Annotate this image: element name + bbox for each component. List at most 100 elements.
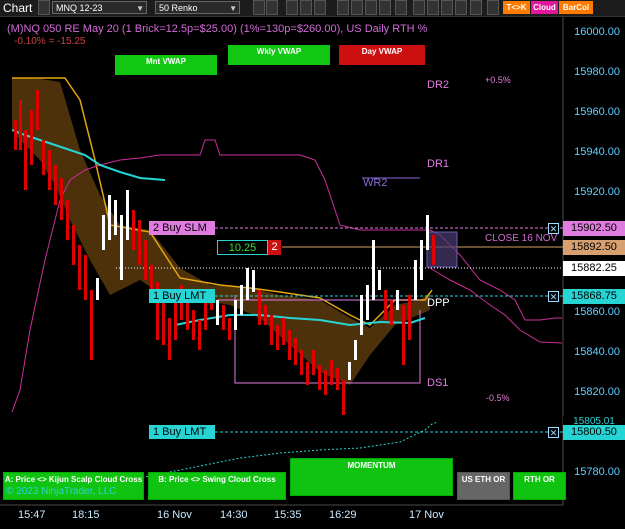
renko-brick [390, 300, 393, 325]
renko-brick [72, 225, 75, 265]
y-axis-label: 15960.00 [574, 106, 620, 118]
renko-brick [366, 285, 369, 320]
y-axis-label: 15940.00 [574, 146, 620, 158]
renko-brick [14, 120, 17, 150]
renko-brick [276, 325, 279, 350]
renko-brick [360, 295, 363, 335]
chart-window: Chart MNQ 12-23 ▼ 50 Renko ▼ T<>K Cloud … [0, 0, 625, 529]
renko-brick [432, 235, 435, 265]
x-axis-label: 18:15 [72, 509, 100, 521]
position-pnl[interactable]: 10.25 [217, 240, 268, 255]
y-axis-label: 15820.00 [574, 386, 620, 398]
renko-brick [414, 260, 417, 300]
order-buy-slm[interactable]: 2 Buy SLM [149, 221, 215, 235]
y-axis-label: 15860.00 [574, 306, 620, 318]
ds1-label: DS1 [427, 377, 449, 389]
position-zone [426, 231, 458, 268]
renko-brick [36, 90, 39, 130]
x-axis-label: 17 Nov [409, 509, 444, 521]
order-price-tag: 15902.50 [563, 221, 625, 236]
position-quantity[interactable]: 2 [268, 240, 281, 255]
renko-brick [30, 110, 33, 165]
renko-brick [174, 300, 177, 340]
order-price-tag: 15868.75 [563, 289, 625, 304]
renko-brick [384, 290, 387, 320]
copyright-text: © 2023 NinjaTrader, LLC [6, 486, 117, 497]
renko-brick [396, 290, 399, 310]
renko-brick [216, 300, 219, 325]
order-price-tag: 15800.50 [563, 425, 625, 440]
pivot-line-right [429, 267, 563, 344]
close-16-nov-label: CLOSE 16 NOV [485, 233, 558, 244]
renko-brick [408, 295, 411, 340]
avg-price-tag: 15892.50 [563, 240, 625, 255]
renko-brick [114, 200, 117, 235]
renko-brick [240, 285, 243, 315]
y-axis-label: 15920.00 [574, 186, 620, 198]
renko-brick [192, 310, 195, 340]
renko-brick [120, 215, 123, 280]
daily-pivot-line [11, 139, 562, 413]
renko-brick [342, 380, 345, 415]
renko-brick [222, 305, 225, 330]
momentum-button[interactable]: MOMENTUM [290, 458, 453, 496]
renko-brick [312, 350, 315, 375]
price-chart[interactable] [0, 0, 625, 529]
daily-vwap-button[interactable]: Day VWAP [339, 45, 425, 65]
x-axis-label: 15:35 [274, 509, 302, 521]
renko-brick [132, 210, 135, 250]
dr1-label: DR1 [427, 158, 450, 170]
renko-brick [228, 318, 231, 340]
y-axis-label: 15840.00 [574, 346, 620, 358]
renko-brick [138, 220, 141, 265]
renko-brick [354, 340, 357, 360]
order-buy-lmt-2[interactable]: 1 Buy LMT [149, 425, 215, 439]
dr2-label: DR2 [427, 79, 450, 91]
renko-brick [264, 305, 267, 325]
renko-brick [198, 320, 201, 350]
x-axis-label: 16:29 [329, 509, 357, 521]
chart-subheader: -0.10% = -15.25 [14, 36, 86, 47]
y-axis-label: 16000.00 [574, 26, 620, 38]
renko-brick [252, 270, 255, 292]
x-axis-label: 16 Nov [157, 509, 192, 521]
renko-brick [258, 290, 261, 325]
renko-brick [126, 190, 129, 240]
cancel-order-icon[interactable]: ✕ [548, 223, 559, 234]
renko-brick [90, 290, 93, 360]
cancel-order-icon[interactable]: ✕ [548, 427, 559, 438]
rth-or-button[interactable]: RTH OR [513, 472, 566, 500]
order-buy-lmt[interactable]: 1 Buy LMT [149, 289, 215, 303]
dpp-label: DPP [427, 297, 450, 309]
chart-header: (M)NQ 050 RE May 20 (1 Brick=12.5p=$25.0… [7, 23, 428, 35]
x-axis-label: 15:47 [18, 509, 46, 521]
renko-brick [168, 318, 171, 360]
renko-brick [300, 350, 303, 375]
renko-brick [246, 268, 249, 300]
renko-brick [234, 300, 237, 330]
renko-brick [24, 130, 27, 190]
swing-cloud-cross-button[interactable]: B: Price <> Swing Cloud Cross [148, 472, 286, 500]
cancel-order-icon[interactable]: ✕ [548, 291, 559, 302]
renko-brick [48, 150, 51, 190]
renko-brick [402, 305, 405, 365]
weekly-vwap-button[interactable]: Wkly VWAP [228, 45, 330, 65]
renko-brick [54, 165, 57, 205]
y-axis-label: 15780.00 [574, 466, 620, 478]
renko-brick [84, 255, 87, 300]
x-axis-label: 14:30 [220, 509, 248, 521]
renko-brick [270, 315, 273, 345]
renko-brick [102, 215, 105, 250]
renko-brick [420, 240, 423, 280]
renko-brick [318, 365, 321, 390]
renko-brick [336, 368, 339, 390]
wr2-label: WR2 [363, 177, 388, 189]
us-eth-or-button[interactable]: US ETH OR [457, 472, 510, 500]
renko-brick [60, 178, 63, 220]
renko-brick [330, 360, 333, 385]
renko-brick [288, 330, 291, 360]
monthly-vwap-button[interactable]: Mnt VWAP [115, 55, 217, 75]
renko-brick [204, 300, 207, 330]
renko-brick [294, 338, 297, 365]
renko-brick [426, 215, 429, 250]
